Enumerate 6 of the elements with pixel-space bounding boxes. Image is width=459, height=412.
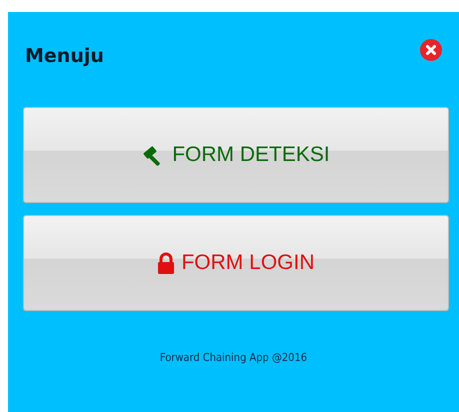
footer-text: Forward Chaining App @2016: [160, 351, 308, 364]
menu-button[interactable]: FORM LOGIN: [23, 215, 449, 311]
lock-icon: [157, 252, 176, 274]
menu-button[interactable]: FORM DETEKSI: [23, 107, 449, 203]
close-icon[interactable]: [420, 39, 442, 61]
dialog-title: Menuju: [25, 45, 104, 67]
